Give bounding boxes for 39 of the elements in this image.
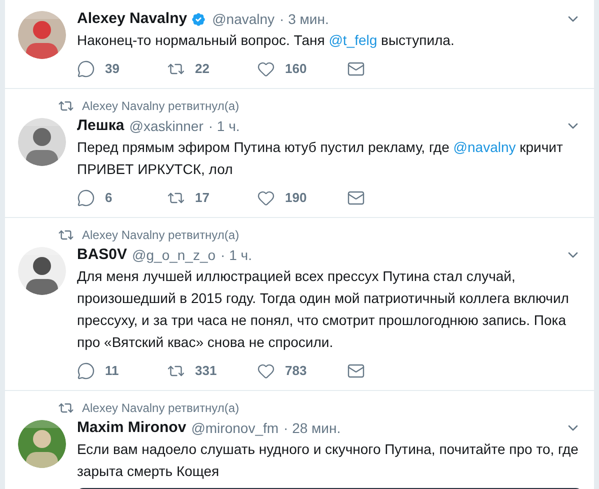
author-handle[interactable]: @mironov_fm [191,418,279,438]
author-name[interactable]: Maxim Mironov [77,418,186,438]
reply-icon[interactable] [77,362,95,380]
tweet-time[interactable]: · 28 мин. [284,418,341,438]
mention-link[interactable]: @navalny [453,139,516,155]
action-count: 783 [285,362,307,380]
tweet-text: Перед прямым эфиром Путина ютуб пустил рекламу, где @navalny кричит ПРИВЕТ ИРКУТСК, лол [77,138,564,179]
author-handle[interactable]: @g_o_n_z_o [132,245,216,265]
retweet-context: Alexey Navalny ретвитнул(а) [82,98,240,114]
author-name[interactable]: Alexey Navalny [77,9,188,29]
like-icon[interactable] [257,362,275,380]
like-icon[interactable] [257,189,275,207]
tweet-time[interactable]: · 1 ч. [208,116,240,136]
retweet-context: Alexey Navalny ретвитнул(а) [82,400,240,416]
mention-link[interactable]: @t_felg [328,32,378,48]
action-count: 160 [285,60,307,78]
action-count: 11 [105,362,119,380]
author-handle[interactable]: @xaskinner [129,116,204,136]
reply-icon[interactable] [77,60,95,78]
action-count: 331 [195,362,217,380]
author-name[interactable]: BAS0V [77,245,128,265]
tweet-time[interactable]: · 1 ч. [220,245,252,265]
tweet-text: Для меня лучшей иллюстрацией всех прессух Путина стал случай, произошедший в 2015 году. Тогда один мой патриотичный коллега включил прессуху, и за три часа не понял, что смотрит прошлогоднюю запись. Пока про «Вятский квас» снова не спросили. [77,267,570,352]
tweet-text: Если вам надоело слушать нудного и скучного Путина, почитайте про то, где зарыта смерть Кощея [77,440,580,481]
message-icon[interactable] [347,60,365,78]
message-icon[interactable] [347,362,365,380]
action-count: 17 [195,189,210,208]
retweet-context: Alexey Navalny ретвитнул(а) [82,227,240,243]
author-handle[interactable]: @navalny [212,9,275,29]
message-icon[interactable] [347,189,365,207]
like-icon[interactable] [257,60,275,78]
action-count: 190 [285,189,307,208]
tweet-text: Наконец-то нормальный вопрос. Таня @t_felg выступила. [77,31,456,50]
author-name[interactable]: Лешка [77,116,124,136]
action-count: 22 [195,60,210,78]
reply-icon[interactable] [77,189,95,207]
tweet-time[interactable]: · 3 мин. [280,9,329,29]
action-count: 39 [105,60,120,78]
action-count: 6 [105,189,112,208]
